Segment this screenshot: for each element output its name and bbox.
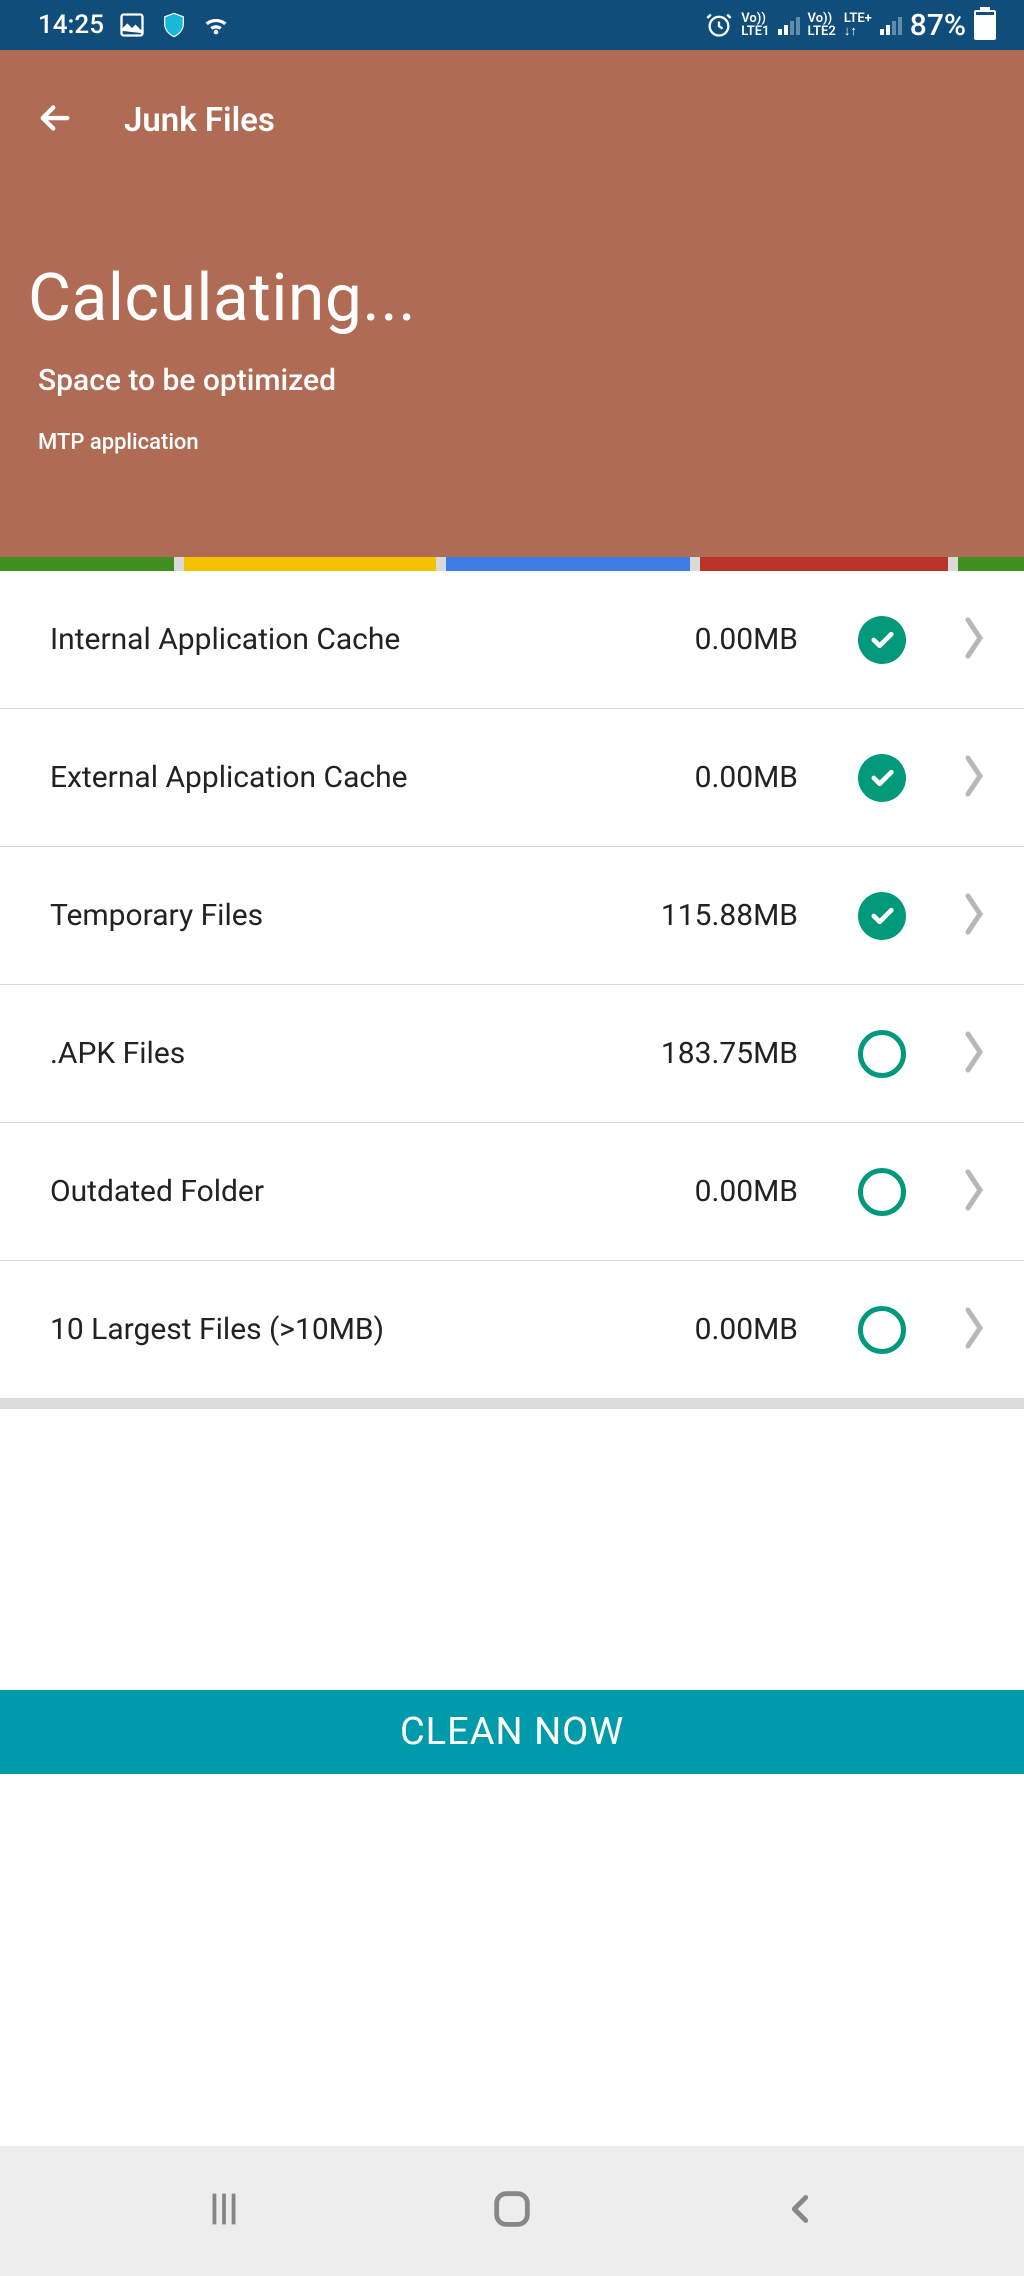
signal-2-icon xyxy=(880,15,902,35)
status-left: 14:25 xyxy=(38,10,230,40)
gallery-icon xyxy=(118,11,146,39)
category-size: 0.00MB xyxy=(638,760,798,795)
category-label: External Application Cache xyxy=(50,760,638,795)
sim2-bot: LTE2 xyxy=(808,25,836,38)
category-size: 0.00MB xyxy=(638,622,798,657)
bar-segment-blue xyxy=(446,557,690,571)
bar-segment-green xyxy=(0,557,174,571)
category-row[interactable]: 10 Largest Files (>10MB)0.00MB xyxy=(0,1261,1024,1399)
category-checkbox[interactable] xyxy=(858,1306,906,1354)
category-row[interactable]: .APK Files183.75MB xyxy=(0,985,1024,1123)
list-end-divider xyxy=(0,1399,1024,1409)
check-icon xyxy=(868,626,896,654)
hero-subtitle: Space to be optimized xyxy=(28,363,996,398)
category-checkbox[interactable] xyxy=(858,892,906,940)
shield-icon xyxy=(160,11,188,39)
wifi-icon xyxy=(202,11,230,39)
sim1-label: Vo)) LTE1 xyxy=(741,12,769,38)
category-row[interactable]: External Application Cache0.00MB xyxy=(0,709,1024,847)
hero-detail: MTP application xyxy=(28,430,996,455)
chevron-right-icon xyxy=(960,616,988,660)
sim2-ext: LTE+ ↓↑ xyxy=(844,12,872,38)
sim1-bot: LTE1 xyxy=(741,25,769,38)
expand-button[interactable] xyxy=(960,1306,988,1354)
recents-icon xyxy=(201,2186,247,2232)
back-nav-button[interactable] xyxy=(777,2186,823,2236)
recents-button[interactable] xyxy=(201,2186,247,2236)
page-title: Junk Files xyxy=(124,101,275,140)
hero-status: Calculating... xyxy=(28,260,996,337)
category-label: Internal Application Cache xyxy=(50,622,638,657)
back-button[interactable] xyxy=(34,97,76,143)
bar-segment-yellow xyxy=(184,557,436,571)
expand-button[interactable] xyxy=(960,1168,988,1216)
expand-button[interactable] xyxy=(960,892,988,940)
clean-now-button[interactable]: CLEAN NOW xyxy=(0,1690,1024,1774)
category-checkbox[interactable] xyxy=(858,754,906,802)
chevron-right-icon xyxy=(960,1306,988,1350)
expand-button[interactable] xyxy=(960,1030,988,1078)
arrow-left-icon xyxy=(34,97,76,139)
category-size: 0.00MB xyxy=(638,1174,798,1209)
expand-button[interactable] xyxy=(960,754,988,802)
chevron-right-icon xyxy=(960,892,988,936)
home-button[interactable] xyxy=(489,2186,535,2236)
category-row[interactable]: Outdated Folder0.00MB xyxy=(0,1123,1024,1261)
system-nav-bar xyxy=(0,2146,1024,2276)
category-label: Temporary Files xyxy=(50,898,638,933)
status-right: Vo)) LTE1 Vo)) LTE2 LTE+ ↓↑ 87% xyxy=(705,8,996,43)
expand-button[interactable] xyxy=(960,616,988,664)
battery-text: 87% xyxy=(910,8,966,43)
chevron-right-icon xyxy=(960,1168,988,1212)
battery-icon xyxy=(974,10,996,40)
home-icon xyxy=(489,2186,535,2232)
status-time: 14:25 xyxy=(38,10,104,40)
hero-panel: Calculating... Space to be optimized MTP… xyxy=(0,150,1024,557)
check-icon xyxy=(868,764,896,792)
category-checkbox[interactable] xyxy=(858,1030,906,1078)
category-checkbox[interactable] xyxy=(858,1168,906,1216)
signal-1-icon xyxy=(778,15,800,35)
category-row[interactable]: Temporary Files115.88MB xyxy=(0,847,1024,985)
category-row[interactable]: Internal Application Cache0.00MB xyxy=(0,571,1024,709)
clean-now-label: CLEAN NOW xyxy=(400,1710,624,1754)
chevron-right-icon xyxy=(960,1030,988,1074)
chevron-right-icon xyxy=(960,754,988,798)
category-label: .APK Files xyxy=(50,1036,638,1071)
category-bar xyxy=(0,557,1024,571)
status-bar: 14:25 Vo)) LTE1 Vo)) LTE2 LTE+ ↓↑ xyxy=(0,0,1024,50)
chevron-left-icon xyxy=(777,2186,823,2232)
sim2-label: Vo)) LTE2 xyxy=(808,12,836,38)
bar-segment-green2 xyxy=(958,557,1024,571)
category-list: Internal Application Cache0.00MBExternal… xyxy=(0,571,1024,1399)
category-size: 0.00MB xyxy=(638,1312,798,1347)
category-size: 183.75MB xyxy=(638,1036,798,1071)
check-icon xyxy=(868,902,896,930)
category-size: 115.88MB xyxy=(638,898,798,933)
category-label: 10 Largest Files (>10MB) xyxy=(50,1312,638,1347)
alarm-icon xyxy=(705,11,733,39)
category-label: Outdated Folder xyxy=(50,1174,638,1209)
category-checkbox[interactable] xyxy=(858,616,906,664)
app-bar: Junk Files xyxy=(0,50,1024,150)
bar-segment-red xyxy=(700,557,948,571)
